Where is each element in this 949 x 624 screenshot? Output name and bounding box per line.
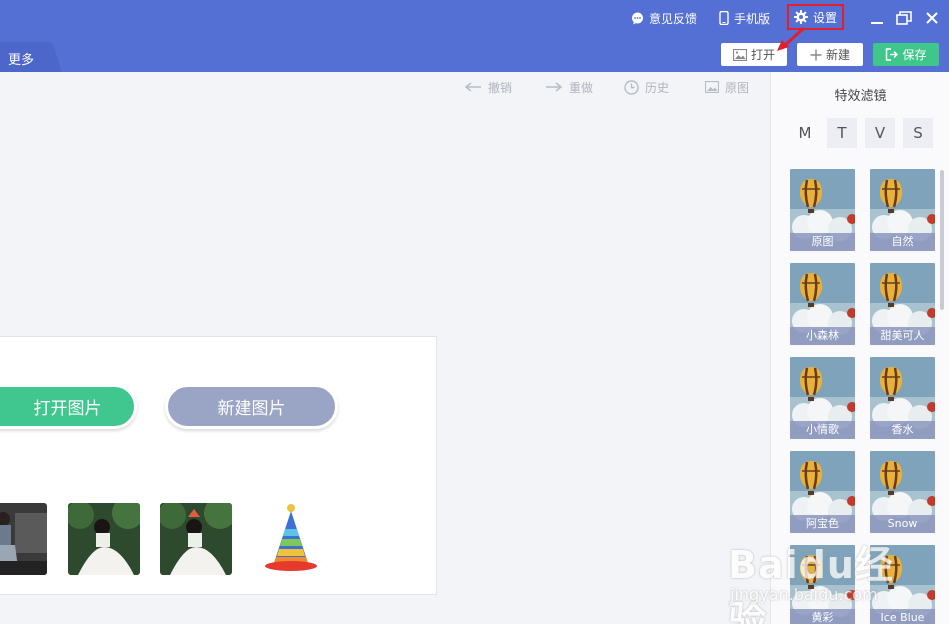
open-label: 打开: [750, 48, 775, 62]
new-label: 新建: [825, 48, 850, 62]
history-button[interactable]: 历史: [624, 78, 669, 96]
photo-thumbnail: [160, 503, 232, 575]
party-hat-sticker[interactable]: [258, 503, 330, 575]
restore-icon: [896, 11, 912, 25]
chat-bubble-icon: [632, 12, 643, 24]
redo-button[interactable]: 重做: [545, 78, 593, 96]
filter-card[interactable]: 甜美可人: [870, 263, 935, 345]
open-image-button[interactable]: 打开图片: [0, 384, 137, 429]
export-icon: [886, 48, 899, 61]
arrow-left-icon: [464, 82, 481, 92]
welcome-panel: 打开图片 新建图片: [0, 336, 437, 595]
filter-label: 小情歌: [790, 421, 855, 439]
filter-tab-t[interactable]: T: [827, 118, 857, 148]
photo-thumbnail: [0, 503, 47, 575]
history-label: 历史: [645, 80, 670, 95]
tab-more-label: 更多: [8, 53, 35, 68]
mobile-label: 手机版: [734, 11, 771, 26]
watermark-logo: Baidu经验: [728, 543, 894, 624]
filter-label: 小森林: [790, 327, 855, 345]
feedback-label: 意见反馈: [649, 11, 698, 26]
close-icon: [926, 12, 938, 24]
baidu-watermark: Baidu经验 jingyan.baidu.com: [726, 528, 926, 624]
undo-label: 撤销: [488, 80, 513, 95]
recent-image-thumbnail[interactable]: [0, 503, 47, 575]
filter-label: 香水: [870, 421, 935, 439]
filter-card[interactable]: 自然: [870, 169, 935, 251]
close-button[interactable]: [923, 9, 941, 27]
undo-button[interactable]: 撤销: [464, 78, 512, 96]
filter-card[interactable]: 阿宝色: [790, 451, 855, 533]
filter-label: 自然: [870, 233, 935, 251]
filter-label: 原图: [790, 233, 855, 251]
redo-label: 重做: [569, 80, 594, 95]
editor-canvas: 撤销 重做 历史 原图 打开图片 新建图片: [0, 72, 770, 624]
save-button[interactable]: 保存: [873, 43, 939, 66]
filter-card[interactable]: 小森林: [790, 263, 855, 345]
phone-icon: [719, 11, 729, 25]
red-arrow-annotation: [777, 26, 806, 51]
mobile-version-link[interactable]: 手机版: [719, 8, 770, 28]
filter-card[interactable]: 原图: [790, 169, 855, 251]
tab-more[interactable]: 更多: [0, 42, 62, 72]
save-label: 保存: [902, 48, 927, 62]
plus-icon: [810, 49, 822, 60]
clock-icon: [624, 79, 639, 95]
arrow-right-icon: [546, 82, 563, 92]
recent-image-thumbnail[interactable]: [68, 503, 140, 575]
toolbar: 更多 打开 新建 保存: [0, 36, 949, 72]
gear-icon: [794, 10, 808, 24]
filter-card[interactable]: 小情歌: [790, 357, 855, 439]
recent-image-thumbnail[interactable]: [160, 503, 232, 575]
original-label: 原图: [725, 80, 750, 95]
feedback-link[interactable]: 意见反馈: [631, 8, 697, 28]
panel-title: 特效滤镜: [834, 89, 887, 104]
title-bar: 意见反馈 手机版 设置: [0, 0, 949, 36]
minimize-icon: [871, 22, 883, 24]
photo-thumbnail: [68, 503, 140, 575]
minimize-button[interactable]: [868, 9, 886, 27]
new-image-button[interactable]: 新建图片: [165, 384, 338, 429]
filter-card[interactable]: 香水: [870, 357, 935, 439]
filter-tab-v[interactable]: V: [865, 118, 895, 148]
party-hat-icon: [265, 504, 317, 571]
filter-card[interactable]: Snow: [870, 451, 935, 533]
restore-button[interactable]: [895, 9, 913, 27]
filter-label: 甜美可人: [870, 327, 935, 345]
filter-tab-m[interactable]: M: [790, 118, 820, 148]
image-icon: [732, 48, 747, 61]
original-button[interactable]: 原图: [705, 78, 749, 96]
watermark-url: jingyan.baidu.com: [730, 585, 878, 604]
image-icon: [705, 81, 719, 93]
filter-tab-s[interactable]: S: [903, 118, 933, 148]
new-button[interactable]: 新建: [797, 43, 863, 66]
settings-label: 设置: [813, 10, 838, 25]
panel-scrollbar[interactable]: [940, 170, 944, 310]
